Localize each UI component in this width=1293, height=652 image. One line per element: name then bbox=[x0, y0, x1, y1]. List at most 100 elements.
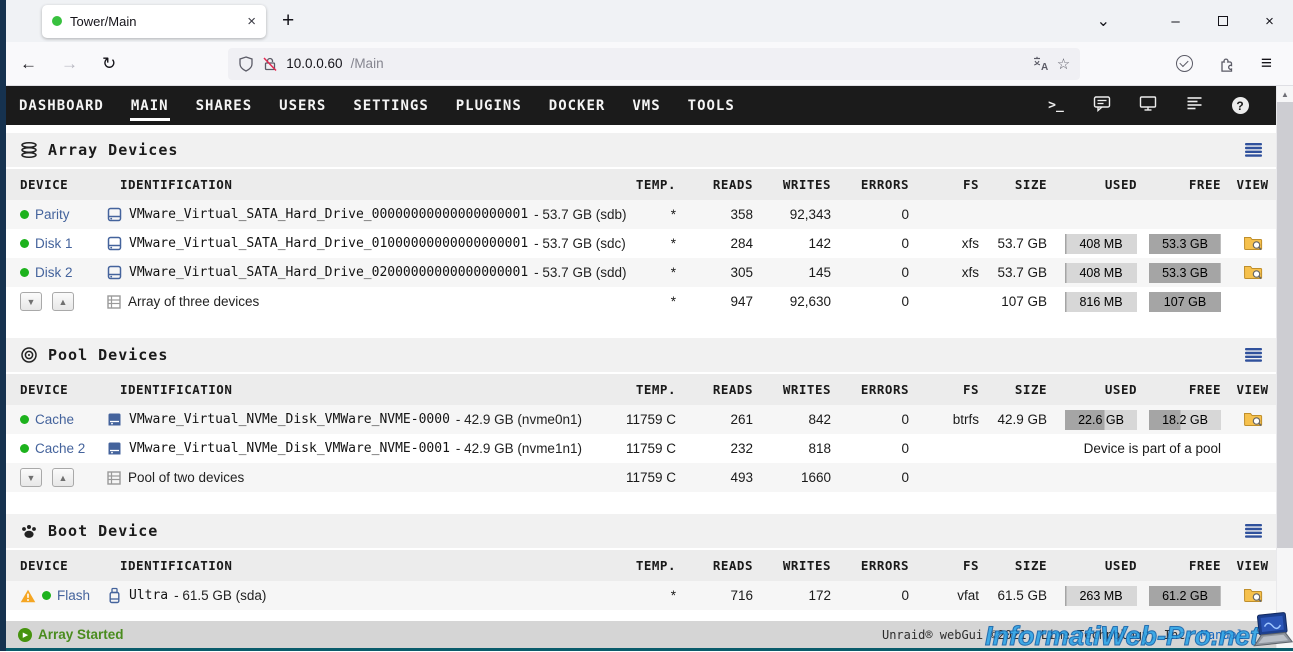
nav-item-vms[interactable]: VMS bbox=[631, 90, 661, 121]
col-device: DEVICE bbox=[6, 177, 106, 192]
spin-down-button[interactable]: ▼ bbox=[20, 292, 42, 311]
terminal-icon[interactable]: >_ bbox=[1044, 98, 1068, 113]
browse-folder-icon[interactable] bbox=[1243, 591, 1263, 606]
sata-drive-icon bbox=[106, 264, 123, 281]
device-link-disk2[interactable]: Disk 2 bbox=[35, 265, 73, 280]
nav-item-shares[interactable]: SHARES bbox=[195, 90, 254, 121]
pocket-icon[interactable] bbox=[1176, 55, 1193, 72]
spin-up-button[interactable]: ▲ bbox=[52, 468, 74, 487]
array-started-play-icon: ▶ bbox=[18, 628, 32, 642]
device-link-flash[interactable]: Flash bbox=[57, 588, 90, 603]
forward-button[interactable]: → bbox=[61, 55, 78, 72]
device-link-cache[interactable]: Cache bbox=[35, 412, 74, 427]
maximize-icon bbox=[1218, 16, 1228, 26]
help-icon[interactable]: ? bbox=[1232, 97, 1249, 114]
sata-drive-icon bbox=[106, 235, 123, 252]
browser-window: Tower/Main × + ⌄ – × ← → ↻ 10.0.0.60/Mai… bbox=[6, 0, 1293, 648]
browser-tab-bar: Tower/Main × + ⌄ – × bbox=[6, 0, 1293, 42]
section-title: Array Devices bbox=[48, 141, 178, 159]
manual-link[interactable]: Manual bbox=[1201, 628, 1244, 642]
scrollbar-down-icon[interactable]: ▼ bbox=[1281, 632, 1289, 648]
status-online-icon bbox=[20, 444, 29, 453]
display-settings-icon[interactable] bbox=[1136, 95, 1160, 117]
warning-icon bbox=[20, 589, 36, 603]
device-link-disk1[interactable]: Disk 1 bbox=[35, 236, 73, 251]
status-online-icon bbox=[20, 268, 29, 277]
device-link-cache2[interactable]: Cache 2 bbox=[35, 441, 85, 456]
status-online-icon bbox=[20, 210, 29, 219]
minimize-button[interactable]: – bbox=[1152, 13, 1199, 30]
log-icon[interactable] bbox=[1182, 95, 1206, 116]
close-window-button[interactable]: × bbox=[1246, 13, 1293, 30]
array-table-header: DEVICE IDENTIFICATION TEMP. READS WRITES… bbox=[6, 169, 1276, 200]
nav-item-main[interactable]: MAIN bbox=[130, 90, 170, 121]
table-row: Disk 1 VMware_Virtual_SATA_Hard_Drive_01… bbox=[6, 229, 1276, 258]
url-path: /Main bbox=[351, 56, 384, 71]
browser-tab[interactable]: Tower/Main × bbox=[42, 5, 266, 38]
section-pool-devices: Pool Devices DEVICE IDENTIFICATION TEMP.… bbox=[6, 338, 1276, 492]
url-bar[interactable]: 10.0.0.60/Main A ☆ bbox=[228, 48, 1080, 80]
translate-icon[interactable]: A bbox=[1032, 55, 1049, 72]
tab-title: Tower/Main bbox=[70, 14, 239, 29]
copyright: Unraid® webGui ©2021, Lime Technology, I… bbox=[882, 628, 1193, 642]
table-view-icon[interactable] bbox=[1245, 143, 1262, 157]
shield-icon[interactable] bbox=[238, 56, 254, 72]
col-used: USED bbox=[1055, 177, 1145, 192]
col-identification: IDENTIFICATION bbox=[106, 177, 614, 192]
table-total-row: ▼ ▲ Pool of two devices 11759 C 493 1660… bbox=[6, 463, 1276, 492]
tab-list-icon[interactable]: ⌄ bbox=[1097, 11, 1110, 31]
col-temp: TEMP. bbox=[614, 177, 684, 192]
section-title: Pool Devices bbox=[48, 346, 168, 364]
nav-item-docker[interactable]: DOCKER bbox=[548, 90, 607, 121]
menu-hamburger-icon[interactable]: ≡ bbox=[1261, 53, 1272, 75]
bookmark-star-icon[interactable]: ☆ bbox=[1057, 55, 1070, 73]
used-badge: 263 MB bbox=[1065, 586, 1137, 606]
nav-item-dashboard[interactable]: DASHBOARD bbox=[18, 90, 105, 121]
tab-favicon bbox=[52, 16, 62, 26]
scrollbar-thumb[interactable] bbox=[1277, 102, 1293, 548]
spin-up-button[interactable]: ▲ bbox=[52, 292, 74, 311]
table-view-icon[interactable] bbox=[1245, 524, 1262, 538]
boot-section-header: Boot Device bbox=[6, 514, 1276, 548]
device-link-parity[interactable]: Parity bbox=[35, 207, 70, 222]
browser-toolbar: ← → ↻ 10.0.0.60/Main A ☆ bbox=[6, 42, 1293, 86]
scrollbar[interactable]: ▲ ▼ bbox=[1276, 86, 1293, 648]
status-bar: ▶ Array Started Unraid® webGui ©2021, Li… bbox=[6, 621, 1276, 648]
table-view-icon[interactable] bbox=[1245, 348, 1262, 362]
array-status: Array Started bbox=[38, 627, 124, 642]
insecure-lock-icon[interactable] bbox=[262, 56, 278, 72]
browse-folder-icon[interactable] bbox=[1243, 268, 1263, 283]
nav-item-plugins[interactable]: PLUGINS bbox=[455, 90, 523, 121]
table-row: Cache 2 VMware_Virtual_NVMe_Disk_VMWare_… bbox=[6, 434, 1276, 463]
nav-item-tools[interactable]: TOOLS bbox=[687, 90, 736, 121]
notifications-icon[interactable] bbox=[1090, 95, 1114, 117]
browse-folder-icon[interactable] bbox=[1243, 415, 1263, 430]
free-badge: 18.2 GB bbox=[1149, 410, 1221, 430]
used-badge: 408 MB bbox=[1065, 263, 1137, 283]
section-boot-device: Boot Device DEVICE IDENTIFICATION TEMP. … bbox=[6, 514, 1276, 610]
browse-folder-icon[interactable] bbox=[1243, 239, 1263, 254]
col-reads: READS bbox=[684, 177, 761, 192]
table-total-row: ▼ ▲ Array of three devices * 947 92,630 … bbox=[6, 287, 1276, 316]
free-badge: 53.3 GB bbox=[1149, 263, 1221, 283]
paw-icon bbox=[20, 522, 38, 540]
col-view: VIEW bbox=[1229, 177, 1276, 192]
url-host: 10.0.0.60 bbox=[286, 56, 342, 71]
boot-table-header: DEVICE IDENTIFICATION TEMP. READS WRITES… bbox=[6, 550, 1276, 581]
array-summary-icon bbox=[106, 294, 122, 310]
table-row: Parity VMware_Virtual_SATA_Hard_Drive_00… bbox=[6, 200, 1276, 229]
col-fs: FS bbox=[917, 177, 987, 192]
reload-button[interactable]: ↻ bbox=[102, 55, 116, 72]
maximize-button[interactable] bbox=[1199, 13, 1246, 30]
scrollbar-up-icon[interactable]: ▲ bbox=[1281, 86, 1289, 102]
tab-close-icon[interactable]: × bbox=[247, 14, 256, 29]
nav-item-users[interactable]: USERS bbox=[278, 90, 327, 121]
nav-item-settings[interactable]: SETTINGS bbox=[352, 90, 429, 121]
section-title: Boot Device bbox=[48, 522, 158, 540]
main-content: Array Devices DEVICE IDENTIFICATION TEMP… bbox=[6, 125, 1276, 621]
spin-down-button[interactable]: ▼ bbox=[20, 468, 42, 487]
used-badge: 816 MB bbox=[1065, 292, 1137, 312]
back-button[interactable]: ← bbox=[20, 55, 37, 72]
new-tab-button[interactable]: + bbox=[282, 9, 294, 33]
extensions-puzzle-icon[interactable] bbox=[1218, 55, 1236, 73]
